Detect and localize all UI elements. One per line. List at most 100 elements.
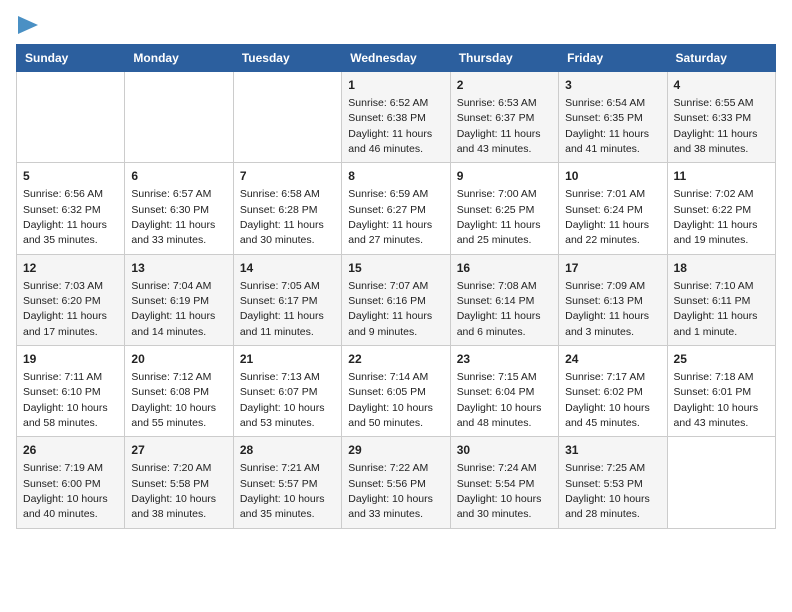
day-info-15: Sunrise: 7:07 AM Sunset: 6:16 PM Dayligh… (348, 280, 432, 338)
day-cell-31: 31 Sunrise: 7:25 AM Sunset: 5:53 PM Dayli… (559, 437, 667, 528)
day-cell-20: 20 Sunrise: 7:12 AM Sunset: 6:08 PM Dayli… (125, 346, 233, 437)
day-cell-12: 12 Sunrise: 7:03 AM Sunset: 6:20 PM Dayli… (17, 254, 125, 345)
day-info-1: Sunrise: 6:52 AM Sunset: 6:38 PM Dayligh… (348, 97, 432, 155)
day-cell-25: 25 Sunrise: 7:18 AM Sunset: 6:01 PM Dayli… (667, 346, 775, 437)
column-header-saturday: Saturday (667, 45, 775, 72)
day-cell-30: 30 Sunrise: 7:24 AM Sunset: 5:54 PM Dayli… (450, 437, 558, 528)
day-number-8: 8 (348, 168, 443, 185)
day-info-19: Sunrise: 7:11 AM Sunset: 6:10 PM Dayligh… (23, 371, 108, 429)
day-cell-1: 1 Sunrise: 6:52 AM Sunset: 6:38 PM Daylig… (342, 72, 450, 163)
empty-cell (17, 72, 125, 163)
empty-cell (233, 72, 341, 163)
column-header-sunday: Sunday (17, 45, 125, 72)
column-header-friday: Friday (559, 45, 667, 72)
day-number-18: 18 (674, 260, 769, 277)
day-number-10: 10 (565, 168, 660, 185)
day-number-19: 19 (23, 351, 118, 368)
logo (16, 16, 38, 34)
day-cell-2: 2 Sunrise: 6:53 AM Sunset: 6:37 PM Daylig… (450, 72, 558, 163)
day-cell-6: 6Sunrise: 6:57 AM Sunset: 6:30 PM Daylig… (125, 163, 233, 254)
calendar-body: 1 Sunrise: 6:52 AM Sunset: 6:38 PM Daylig… (17, 72, 776, 529)
day-number-15: 15 (348, 260, 443, 277)
day-info-26: Sunrise: 7:19 AM Sunset: 6:00 PM Dayligh… (23, 462, 108, 520)
day-number-27: 27 (131, 442, 226, 459)
day-info-29: Sunrise: 7:22 AM Sunset: 5:56 PM Dayligh… (348, 462, 433, 520)
day-number-25: 25 (674, 351, 769, 368)
day-info-27: Sunrise: 7:20 AM Sunset: 5:58 PM Dayligh… (131, 462, 216, 520)
day-info-8: Sunrise: 6:59 AM Sunset: 6:27 PM Dayligh… (348, 188, 432, 246)
day-cell-17: 17Sunrise: 7:09 AM Sunset: 6:13 PM Dayli… (559, 254, 667, 345)
column-header-tuesday: Tuesday (233, 45, 341, 72)
day-cell-22: 22 Sunrise: 7:14 AM Sunset: 6:05 PM Dayli… (342, 346, 450, 437)
day-cell-5: 5Sunrise: 6:56 AM Sunset: 6:32 PM Daylig… (17, 163, 125, 254)
day-info-9: Sunrise: 7:00 AM Sunset: 6:25 PM Dayligh… (457, 188, 541, 246)
day-number-16: 16 (457, 260, 552, 277)
week-row-1: 1 Sunrise: 6:52 AM Sunset: 6:38 PM Daylig… (17, 72, 776, 163)
day-number-12: 12 (23, 260, 118, 277)
day-info-23: Sunrise: 7:15 AM Sunset: 6:04 PM Dayligh… (457, 371, 542, 429)
day-number-14: 14 (240, 260, 335, 277)
day-info-30: Sunrise: 7:24 AM Sunset: 5:54 PM Dayligh… (457, 462, 542, 520)
day-number-4: 4 (674, 77, 769, 94)
day-cell-7: 7 Sunrise: 6:58 AM Sunset: 6:28 PM Daylig… (233, 163, 341, 254)
day-number-26: 26 (23, 442, 118, 459)
calendar-table: SundayMondayTuesdayWednesdayThursdayFrid… (16, 44, 776, 529)
day-info-12: Sunrise: 7:03 AM Sunset: 6:20 PM Dayligh… (23, 280, 107, 338)
week-row-2: 5Sunrise: 6:56 AM Sunset: 6:32 PM Daylig… (17, 163, 776, 254)
day-number-22: 22 (348, 351, 443, 368)
day-cell-13: 13Sunrise: 7:04 AM Sunset: 6:19 PM Dayli… (125, 254, 233, 345)
day-cell-24: 24 Sunrise: 7:17 AM Sunset: 6:02 PM Dayli… (559, 346, 667, 437)
day-number-21: 21 (240, 351, 335, 368)
day-info-5: Sunrise: 6:56 AM Sunset: 6:32 PM Dayligh… (23, 188, 107, 246)
day-info-2: Sunrise: 6:53 AM Sunset: 6:37 PM Dayligh… (457, 97, 541, 155)
day-cell-10: 10 Sunrise: 7:01 AM Sunset: 6:24 PM Dayli… (559, 163, 667, 254)
day-number-23: 23 (457, 351, 552, 368)
day-number-30: 30 (457, 442, 552, 459)
day-number-6: 6 (131, 168, 226, 185)
week-row-4: 19 Sunrise: 7:11 AM Sunset: 6:10 PM Dayli… (17, 346, 776, 437)
day-number-17: 17 (565, 260, 660, 277)
day-number-3: 3 (565, 77, 660, 94)
day-cell-15: 15 Sunrise: 7:07 AM Sunset: 6:16 PM Dayli… (342, 254, 450, 345)
day-info-20: Sunrise: 7:12 AM Sunset: 6:08 PM Dayligh… (131, 371, 216, 429)
week-row-3: 12 Sunrise: 7:03 AM Sunset: 6:20 PM Dayli… (17, 254, 776, 345)
day-number-7: 7 (240, 168, 335, 185)
day-number-1: 1 (348, 77, 443, 94)
day-info-16: Sunrise: 7:08 AM Sunset: 6:14 PM Dayligh… (457, 280, 541, 338)
day-number-2: 2 (457, 77, 552, 94)
day-cell-26: 26 Sunrise: 7:19 AM Sunset: 6:00 PM Dayli… (17, 437, 125, 528)
header (16, 16, 776, 34)
column-header-wednesday: Wednesday (342, 45, 450, 72)
day-cell-11: 11 Sunrise: 7:02 AM Sunset: 6:22 PM Dayli… (667, 163, 775, 254)
day-number-31: 31 (565, 442, 660, 459)
day-info-18: Sunrise: 7:10 AM Sunset: 6:11 PM Dayligh… (674, 280, 758, 338)
day-cell-18: 18 Sunrise: 7:10 AM Sunset: 6:11 PM Dayli… (667, 254, 775, 345)
day-info-13: Sunrise: 7:04 AM Sunset: 6:19 PM Dayligh… (131, 280, 215, 338)
day-number-20: 20 (131, 351, 226, 368)
day-cell-29: 29Sunrise: 7:22 AM Sunset: 5:56 PM Dayli… (342, 437, 450, 528)
day-info-7: Sunrise: 6:58 AM Sunset: 6:28 PM Dayligh… (240, 188, 324, 246)
logo-arrow-icon (18, 16, 38, 34)
day-number-11: 11 (674, 168, 769, 185)
day-number-28: 28 (240, 442, 335, 459)
day-info-11: Sunrise: 7:02 AM Sunset: 6:22 PM Dayligh… (674, 188, 758, 246)
day-info-10: Sunrise: 7:01 AM Sunset: 6:24 PM Dayligh… (565, 188, 649, 246)
day-info-25: Sunrise: 7:18 AM Sunset: 6:01 PM Dayligh… (674, 371, 759, 429)
day-number-24: 24 (565, 351, 660, 368)
day-cell-16: 16 Sunrise: 7:08 AM Sunset: 6:14 PM Dayli… (450, 254, 558, 345)
week-row-5: 26 Sunrise: 7:19 AM Sunset: 6:00 PM Dayli… (17, 437, 776, 528)
day-cell-8: 8 Sunrise: 6:59 AM Sunset: 6:27 PM Daylig… (342, 163, 450, 254)
day-info-14: Sunrise: 7:05 AM Sunset: 6:17 PM Dayligh… (240, 280, 324, 338)
day-cell-21: 21 Sunrise: 7:13 AM Sunset: 6:07 PM Dayli… (233, 346, 341, 437)
day-info-24: Sunrise: 7:17 AM Sunset: 6:02 PM Dayligh… (565, 371, 650, 429)
day-cell-9: 9 Sunrise: 7:00 AM Sunset: 6:25 PM Daylig… (450, 163, 558, 254)
day-cell-14: 14 Sunrise: 7:05 AM Sunset: 6:17 PM Dayli… (233, 254, 341, 345)
day-info-21: Sunrise: 7:13 AM Sunset: 6:07 PM Dayligh… (240, 371, 325, 429)
day-cell-3: 3Sunrise: 6:54 AM Sunset: 6:35 PM Daylig… (559, 72, 667, 163)
day-number-9: 9 (457, 168, 552, 185)
empty-cell (667, 437, 775, 528)
day-info-31: Sunrise: 7:25 AM Sunset: 5:53 PM Dayligh… (565, 462, 650, 520)
day-cell-4: 4Sunrise: 6:55 AM Sunset: 6:33 PM Daylig… (667, 72, 775, 163)
day-info-28: Sunrise: 7:21 AM Sunset: 5:57 PM Dayligh… (240, 462, 325, 520)
day-info-22: Sunrise: 7:14 AM Sunset: 6:05 PM Dayligh… (348, 371, 433, 429)
